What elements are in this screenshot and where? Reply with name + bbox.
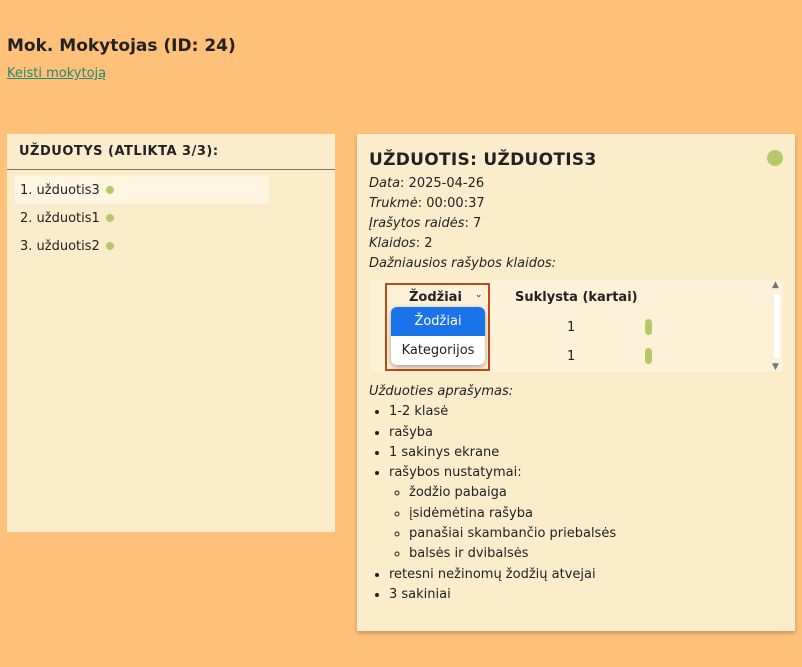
description-list: 1-2 klasė rašyba 1 sakinys ekrane rašybo…: [369, 402, 616, 605]
list-item: rašyba: [389, 423, 616, 443]
description-label: Užduoties aprašymas:: [369, 384, 514, 399]
task-list-title: UŽDUOTYS (ATLIKTA 3/3):: [7, 134, 335, 170]
task-item-3[interactable]: 3. užduotis2: [15, 232, 269, 260]
dropdown-option-categories[interactable]: Kategorijos: [391, 336, 485, 365]
letters-label: Įrašytos raidės: [369, 216, 465, 231]
dropdown-option-words[interactable]: Žodžiai: [391, 307, 485, 336]
task-list: 1. užduotis3 2. užduotis1 3. užduotis2: [7, 170, 335, 260]
errors-label: Klaidos: [369, 236, 416, 251]
column-select-dropdown[interactable]: Žodžiai Kategorijos: [391, 307, 485, 365]
task-item-1[interactable]: 1. užduotis3: [15, 176, 269, 204]
scroll-down-icon[interactable]: ▼: [772, 362, 779, 372]
task-description: Užduoties aprašymas: 1-2 klasė rašyba 1 …: [369, 382, 616, 605]
frequent-errors-text: Dažniausios rašybos klaidos:: [369, 256, 557, 271]
task-list-panel: UŽDUOTYS (ATLIKTA 3/3): 1. užduotis3 2. …: [7, 134, 335, 532]
status-dot-icon: [105, 214, 114, 222]
table-scrollbar[interactable]: ▲ ▼: [771, 280, 783, 372]
letters-row: Įrašytos raidės: 7: [369, 214, 556, 234]
list-item-text: rašybos nustatymai:: [389, 465, 522, 481]
list-item: 1-2 klasė: [389, 402, 616, 422]
count-bar: [645, 348, 652, 364]
frequent-errors-label: Dažniausios rašybos klaidos:: [369, 254, 556, 274]
list-item: žodžio pabaiga: [409, 483, 616, 503]
errors-row: Klaidos: 2: [369, 234, 556, 254]
status-dot-icon: [105, 186, 114, 194]
task-detail-panel: UŽDUOTIS: UŽDUOTIS3 Data: 2025-04-26 Tru…: [357, 134, 795, 631]
date-value: : 2025-04-26: [400, 176, 485, 191]
duration-row: Trukmė: 00:00:37: [369, 194, 556, 214]
scroll-up-icon[interactable]: ▲: [772, 280, 779, 290]
date-label: Data: [369, 176, 401, 191]
teacher-title: Mok. Mokytojas (ID: 24): [7, 36, 236, 56]
task-info: Data: 2025-04-26 Trukmė: 00:00:37 Įrašyt…: [369, 174, 556, 274]
list-item: rašybos nustatymai: žodžio pabaiga įsidė…: [389, 463, 616, 564]
task-item-label: 3. užduotis2: [20, 238, 100, 254]
table-row-count: 1: [567, 349, 576, 364]
change-teacher-link[interactable]: Keisti mokytoją: [7, 66, 106, 81]
description-sublist: žodžio pabaiga įsidėmėtina rašyba panaši…: [389, 483, 616, 564]
status-dot-icon: [767, 150, 783, 166]
count-bar: [645, 319, 652, 335]
scroll-thumb[interactable]: [774, 294, 780, 358]
list-item: įsidėmėtina rašyba: [409, 504, 616, 524]
list-item: retesni nežinomų žodžių atvejai: [389, 565, 616, 585]
status-dot-icon: [105, 242, 114, 250]
duration-value: : 00:00:37: [417, 196, 485, 211]
date-row: Data: 2025-04-26: [369, 174, 556, 194]
list-item: 1 sakinys ekrane: [389, 443, 616, 463]
task-item-label: 1. užduotis3: [20, 182, 100, 198]
letters-value: : 7: [464, 216, 482, 231]
duration-label: Trukmė: [369, 196, 418, 211]
task-item-label: 2. užduotis1: [20, 210, 100, 226]
list-item: balsės ir dvibalsės: [409, 544, 616, 564]
count-column-header: Suklysta (kartai): [515, 290, 638, 305]
list-item: 3 sakiniai: [389, 585, 616, 605]
list-item: panašiai skambančio priebalsės: [409, 524, 616, 544]
errors-value: : 2: [415, 236, 433, 251]
table-row-count: 1: [567, 320, 576, 335]
task-item-2[interactable]: 2. užduotis1: [15, 204, 269, 232]
task-title: UŽDUOTIS: UŽDUOTIS3: [369, 150, 597, 170]
